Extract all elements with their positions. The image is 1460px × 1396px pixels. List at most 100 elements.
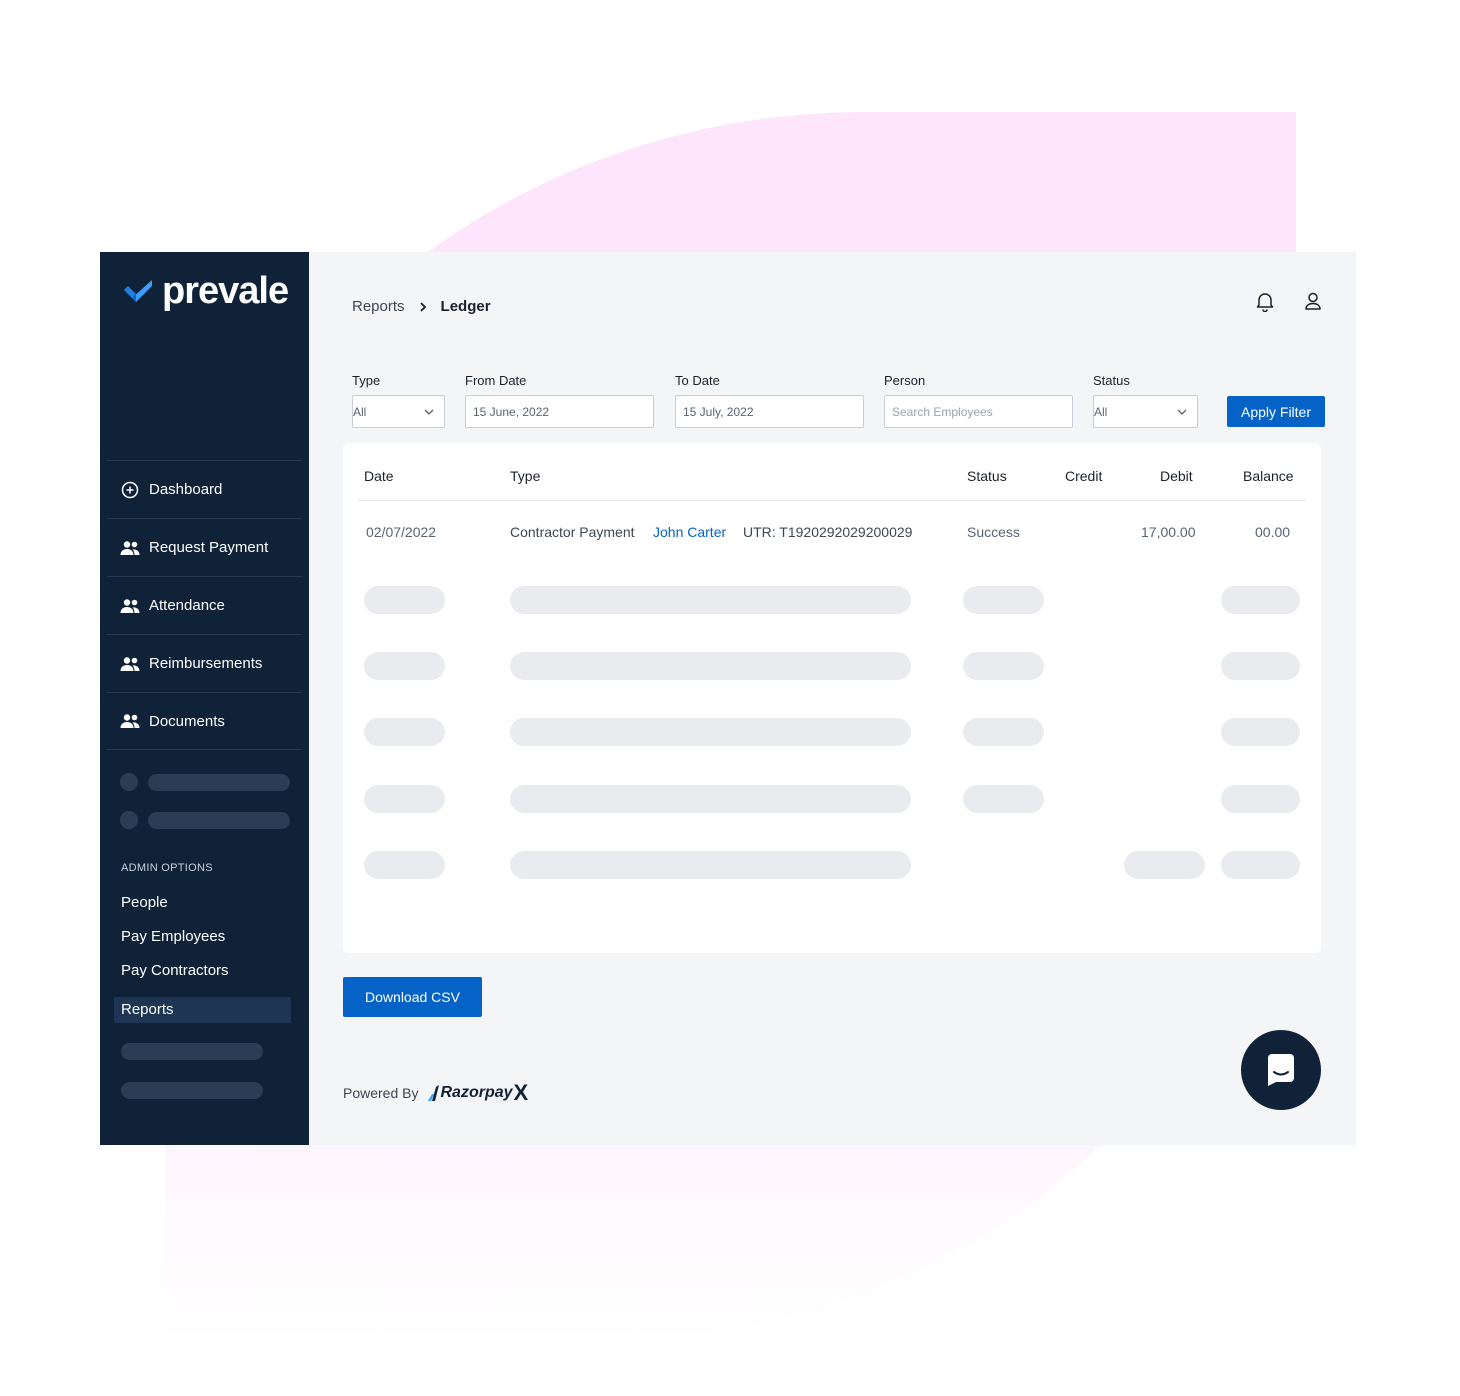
header-divider bbox=[358, 500, 1306, 501]
to-date-value: 15 July, 2022 bbox=[683, 404, 754, 419]
from-date-input[interactable]: 15 June, 2022 bbox=[465, 395, 654, 428]
apply-filter-button[interactable]: Apply Filter bbox=[1227, 396, 1325, 427]
skeleton-cell bbox=[364, 652, 445, 680]
sidebar-skeleton-item bbox=[120, 773, 290, 791]
skeleton-cell bbox=[364, 851, 445, 879]
cell-type: Contractor Payment bbox=[510, 524, 635, 540]
sidebar-item-label: Attendance bbox=[149, 597, 225, 614]
status-select-value: All bbox=[1094, 404, 1108, 419]
skeleton-cell bbox=[364, 586, 445, 614]
admin-options-label: ADMIN OPTIONS bbox=[121, 862, 213, 874]
skeleton-cell bbox=[364, 718, 445, 746]
skeleton-cell bbox=[510, 785, 911, 813]
powered-by: Powered By Razorpay X bbox=[343, 1080, 528, 1106]
type-select-value: All bbox=[353, 404, 367, 419]
ledger-table: Date Type Status Credit Debit Balance 02… bbox=[343, 443, 1321, 953]
sidebar: prevale Dashboard Request Payment Attend… bbox=[100, 252, 309, 1145]
chevron-right-icon bbox=[419, 299, 427, 315]
skeleton-bar bbox=[121, 1082, 263, 1099]
main-content: Reports Ledger Type All From Date 15 Jun… bbox=[309, 252, 1356, 1145]
breadcrumb: Reports Ledger bbox=[352, 298, 491, 315]
skeleton-cell bbox=[1221, 785, 1300, 813]
razorpay-logo-x: X bbox=[513, 1080, 529, 1105]
cell-balance: 00.00 bbox=[1255, 524, 1291, 540]
filter-status: Status All bbox=[1093, 373, 1198, 428]
skeleton-cell bbox=[963, 785, 1044, 813]
sidebar-skeleton-item bbox=[120, 811, 290, 829]
type-select[interactable]: All bbox=[352, 395, 445, 428]
powered-by-label: Powered By bbox=[343, 1085, 419, 1101]
filter-from-date-label: From Date bbox=[465, 373, 527, 388]
users-icon bbox=[120, 540, 140, 556]
chevron-down-icon bbox=[424, 409, 434, 415]
breadcrumb-reports[interactable]: Reports bbox=[352, 298, 405, 315]
sidebar-item-pay-contractors[interactable]: Pay Contractors bbox=[121, 962, 229, 979]
status-select[interactable]: All bbox=[1093, 395, 1198, 428]
skeleton-cell bbox=[1124, 851, 1205, 879]
filter-person: Person Search Employees bbox=[884, 373, 1073, 428]
cell-debit: 17,00.00 bbox=[1141, 524, 1196, 540]
skeleton-cell bbox=[963, 652, 1044, 680]
sidebar-item-reimbursements[interactable]: Reimbursements bbox=[107, 634, 302, 692]
column-header-balance: Balance bbox=[1243, 468, 1294, 484]
skeleton-cell bbox=[510, 718, 911, 746]
sidebar-nav: Dashboard Request Payment Attendance Rei… bbox=[107, 460, 302, 750]
column-header-type: Type bbox=[510, 468, 541, 484]
checkmark-logo-icon bbox=[124, 279, 152, 302]
sidebar-item-documents[interactable]: Documents bbox=[107, 692, 302, 750]
users-icon bbox=[120, 598, 140, 614]
cell-date: 02/07/2022 bbox=[366, 524, 437, 540]
filter-to-date: To Date 15 July, 2022 bbox=[675, 373, 864, 428]
chat-launcher-button[interactable] bbox=[1241, 1030, 1321, 1110]
skeleton-cell bbox=[510, 586, 911, 614]
from-date-value: 15 June, 2022 bbox=[473, 404, 550, 419]
column-header-credit: Credit bbox=[1065, 468, 1103, 484]
skeleton-cell bbox=[364, 785, 445, 813]
sidebar-item-request-payment[interactable]: Request Payment bbox=[107, 518, 302, 576]
stage: prevale Dashboard Request Payment Attend… bbox=[0, 0, 1460, 1396]
sidebar-item-pay-employees[interactable]: Pay Employees bbox=[121, 928, 225, 945]
bell-icon[interactable] bbox=[1254, 290, 1276, 312]
person-search-input[interactable]: Search Employees bbox=[884, 395, 1073, 428]
download-csv-button[interactable]: Download CSV bbox=[343, 977, 482, 1017]
header-actions bbox=[1254, 290, 1324, 312]
cell-utr: UTR: T1920292029200029 bbox=[743, 524, 913, 540]
filter-type-label: Type bbox=[352, 373, 381, 388]
sidebar-item-attendance[interactable]: Attendance bbox=[107, 576, 302, 634]
skeleton-bar bbox=[121, 1043, 263, 1060]
sidebar-item-reports[interactable]: Reports bbox=[121, 1001, 174, 1018]
app-window: prevale Dashboard Request Payment Attend… bbox=[100, 252, 1356, 1145]
logo[interactable]: prevale bbox=[122, 270, 289, 313]
users-icon bbox=[120, 656, 140, 672]
sidebar-skeleton-item bbox=[121, 1043, 263, 1060]
skeleton-cell bbox=[510, 851, 911, 879]
razorpay-logo-icon bbox=[428, 1085, 440, 1101]
column-header-date: Date bbox=[364, 468, 394, 484]
to-date-input[interactable]: 15 July, 2022 bbox=[675, 395, 864, 428]
skeleton-cell bbox=[510, 652, 911, 680]
skeleton-dot bbox=[120, 773, 138, 791]
sidebar-item-label: Request Payment bbox=[149, 539, 269, 556]
filter-from-date: From Date 15 June, 2022 bbox=[465, 373, 654, 428]
sidebar-item-label: Dashboard bbox=[149, 481, 223, 498]
plus-circle-icon bbox=[120, 481, 140, 498]
column-header-debit: Debit bbox=[1160, 468, 1193, 484]
filter-to-date-label: To Date bbox=[675, 373, 720, 388]
person-search-placeholder: Search Employees bbox=[892, 404, 993, 419]
breadcrumb-current: Ledger bbox=[440, 298, 491, 315]
filter-status-label: Status bbox=[1093, 373, 1130, 388]
sidebar-item-label: Documents bbox=[149, 712, 225, 730]
cell-person-link[interactable]: John Carter bbox=[653, 524, 726, 540]
users-icon bbox=[120, 713, 140, 729]
skeleton-dot bbox=[120, 811, 138, 829]
filter-type: Type All bbox=[352, 373, 445, 428]
sidebar-item-people[interactable]: People bbox=[121, 894, 168, 911]
skeleton-cell bbox=[1221, 718, 1300, 746]
sidebar-item-dashboard[interactable]: Dashboard bbox=[107, 460, 302, 518]
skeleton-bar bbox=[148, 773, 290, 791]
razorpayx-logo[interactable]: Razorpay X bbox=[428, 1080, 528, 1106]
filter-person-label: Person bbox=[884, 373, 926, 388]
user-icon[interactable] bbox=[1302, 290, 1324, 312]
chat-icon bbox=[1268, 1054, 1294, 1086]
skeleton-cell bbox=[963, 718, 1044, 746]
